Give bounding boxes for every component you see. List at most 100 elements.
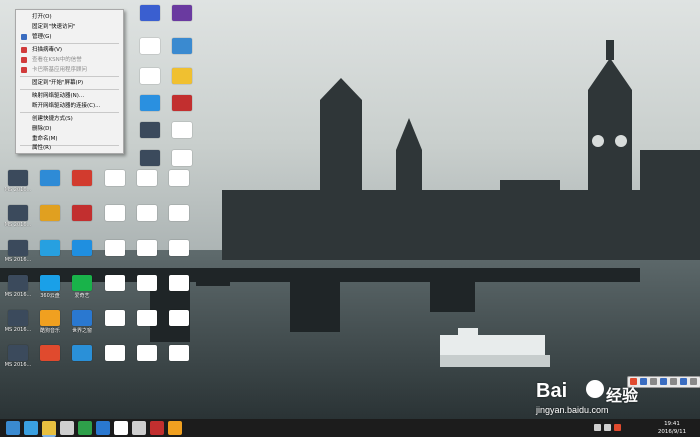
menu-item-create-shortcut[interactable]: 创建快捷方式(S) <box>16 114 123 124</box>
desktop-icon[interactable] <box>167 38 197 72</box>
menu-separator <box>20 43 119 44</box>
desktop-icon-image <box>140 150 160 166</box>
watermark-logo-cn: 经验 <box>606 386 639 405</box>
desktop-icon[interactable] <box>100 170 130 204</box>
desktop-icon[interactable]: 爱奇艺 <box>67 275 97 309</box>
tools-icon[interactable] <box>680 378 687 385</box>
menu-item-disconnect-drive[interactable]: 断开网络驱动器的连接(C)... <box>16 101 123 111</box>
desktop-icon[interactable] <box>100 345 130 379</box>
start-button[interactable] <box>6 421 20 435</box>
menu-separator <box>20 112 119 113</box>
desktop-icon-image <box>172 38 192 54</box>
desktop-icon-image <box>40 240 60 256</box>
desktop-icon[interactable] <box>167 150 197 184</box>
menu-item-open[interactable]: 打开(O) <box>16 12 123 22</box>
desktop-icon[interactable]: MS 2016... <box>3 170 33 204</box>
desktop-icon[interactable] <box>100 205 130 239</box>
menu-item-manage[interactable]: 管理(G) <box>16 32 123 42</box>
menu-item-ksn-reputation[interactable]: 查看在KSN中的信誉 <box>16 55 123 65</box>
desktop-icon[interactable]: MS 2016... <box>3 345 33 379</box>
desktop-icon[interactable] <box>67 240 97 274</box>
desktop-icon[interactable] <box>135 38 165 72</box>
desktop-icon[interactable] <box>164 345 194 379</box>
desktop-icon[interactable] <box>135 5 165 39</box>
menu-item-pin-quick-access[interactable]: 固定到"快速访问" <box>16 22 123 32</box>
desktop-icon[interactable] <box>132 240 162 274</box>
desktop-icon[interactable]: 360云盘 <box>35 275 65 309</box>
menu-item-delete[interactable]: 删除(D) <box>16 124 123 134</box>
volume-icon[interactable] <box>604 424 611 431</box>
desktop-icon-image <box>8 240 28 256</box>
app-button[interactable] <box>150 421 164 435</box>
desktop-icon-image <box>137 310 157 326</box>
desktop-icon[interactable]: MS 2016... <box>3 205 33 239</box>
menu-item-map-drive[interactable]: 映射网络驱动器(N)... <box>16 91 123 101</box>
context-menu: 打开(O) 固定到"快速访问" 管理(G) 扫描病毒(V) 查看在KSN中的信誉… <box>15 9 124 154</box>
desktop-icon-image <box>8 205 28 221</box>
app-button[interactable] <box>60 421 74 435</box>
watermark-logo: Bai <box>536 380 568 402</box>
app-button[interactable] <box>78 421 92 435</box>
menu-item-pin-start[interactable]: 固定到"开始"屏幕(P) <box>16 78 123 88</box>
desktop-icon-image <box>105 170 125 186</box>
desktop-icon[interactable] <box>100 275 130 309</box>
desktop-icon-image <box>137 275 157 291</box>
desktop-icon[interactable]: MS 2016... <box>3 240 33 274</box>
desktop-icon[interactable] <box>164 275 194 309</box>
app-button[interactable] <box>114 421 128 435</box>
desktop-icon[interactable] <box>132 310 162 344</box>
clock-time: 19:41 <box>664 421 680 427</box>
desktop-icon-label: MS 2016... <box>4 187 32 193</box>
baidu-jingyan-watermark: Bai 经验 jingyan.baidu.com <box>536 380 666 416</box>
desktop-icon-image <box>172 5 192 21</box>
desktop-icon[interactable] <box>167 5 197 39</box>
desktop-icon[interactable] <box>164 205 194 239</box>
desktop-icon[interactable]: 世界之窗 <box>67 310 97 344</box>
explorer-button[interactable] <box>42 421 56 437</box>
desktop-icon[interactable] <box>35 345 65 379</box>
desktop-icon[interactable]: MS 2016... <box>3 310 33 344</box>
network-icon[interactable] <box>594 424 601 431</box>
desktop-icon[interactable] <box>35 240 65 274</box>
desktop-icon[interactable] <box>164 310 194 344</box>
antivirus-icon <box>21 47 27 53</box>
desktop-icon[interactable] <box>100 310 130 344</box>
desktop-icon[interactable]: MS 2016... <box>3 275 33 309</box>
desktop-icon[interactable] <box>35 205 65 239</box>
desktop-icon[interactable] <box>132 345 162 379</box>
menu-item-properties[interactable]: 属性(R) <box>16 143 123 153</box>
desktop-icon-image <box>8 310 28 326</box>
ie-button[interactable] <box>24 421 38 435</box>
desktop-icon-image <box>137 345 157 361</box>
app-button[interactable] <box>132 421 146 435</box>
desktop-icon-image <box>169 275 189 291</box>
desktop-icon-image <box>105 240 125 256</box>
desktop-icon-image <box>140 68 160 84</box>
app-button[interactable] <box>168 421 182 435</box>
desktop-icon[interactable] <box>35 170 65 204</box>
desktop-icon[interactable] <box>67 205 97 239</box>
app-button[interactable] <box>96 421 110 435</box>
antivirus-tray-icon[interactable] <box>614 424 621 431</box>
desktop-icon-image <box>172 68 192 84</box>
antivirus-icon <box>21 67 27 73</box>
watermark-url: jingyan.baidu.com <box>536 405 609 415</box>
desktop-icon[interactable] <box>100 240 130 274</box>
desktop-icon[interactable] <box>67 170 97 204</box>
desktop-icon[interactable] <box>135 150 165 184</box>
clock[interactable]: 19:41 2016/9/11 <box>652 420 692 436</box>
desktop-icon[interactable] <box>67 345 97 379</box>
desktop-icon-label: MS 2016... <box>4 257 32 263</box>
menu-item-app-advisor[interactable]: 卡巴斯基应用程序顾问 <box>16 65 123 75</box>
skin-icon[interactable] <box>670 378 677 385</box>
desktop-icon-label: 世界之窗 <box>71 328 92 334</box>
desktop-icon-image <box>40 205 60 221</box>
desktop-icon[interactable] <box>132 275 162 309</box>
desktop-icon-image <box>72 275 92 291</box>
desktop-icon[interactable] <box>164 240 194 274</box>
settings-icon[interactable] <box>690 378 697 385</box>
desktop-icon-image <box>72 345 92 361</box>
desktop-icon[interactable] <box>132 205 162 239</box>
menu-item-scan-virus[interactable]: 扫描病毒(V) <box>16 45 123 55</box>
desktop-icon[interactable]: 酷狗音乐 <box>35 310 65 344</box>
